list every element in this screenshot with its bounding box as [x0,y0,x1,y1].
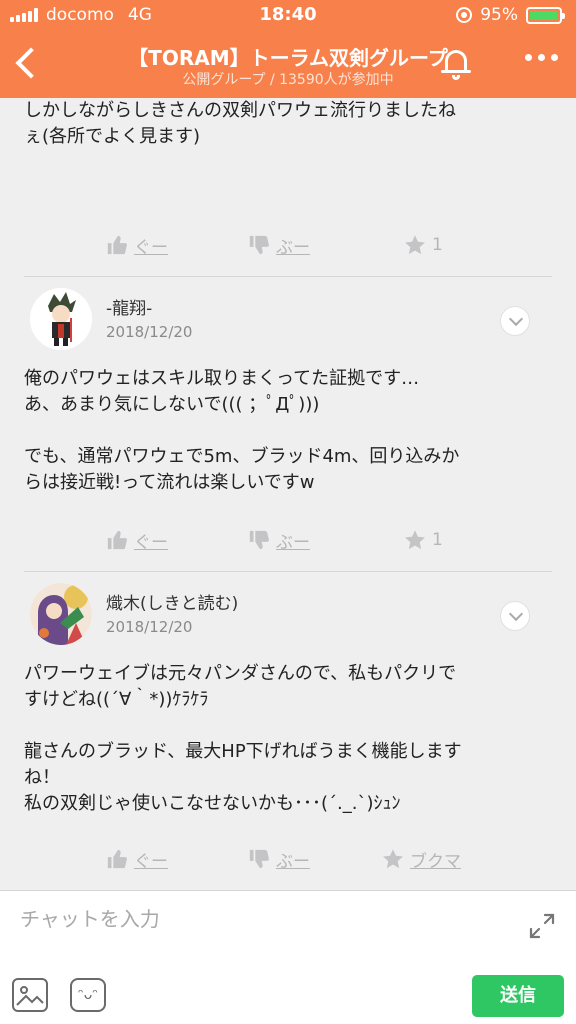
thumbs-down-icon [249,235,269,255]
header-bar: docomo 4G 18:40 95% 【TORAM】トーラム双剣グループ 公開… [0,0,576,98]
star-icon [405,530,425,550]
thumbs-down-icon [249,849,269,869]
post-header: -龍翔- 2018/12/20 [24,288,552,352]
chat-post: 熾木(しきと読む) 2018/12/20 パワーウェイブは元々パンダさんので、私… [24,583,552,817]
post-actions: ぐー ぶー ブクマ [0,844,576,874]
status-bar: docomo 4G 18:40 95% [0,0,576,32]
thumbs-up-icon [107,849,127,869]
username[interactable]: 熾木(しきと読む) [106,589,238,614]
post-text: しかしながらしきさんの双剣パワウェ流行りましたね ぇ(各所でよく見ます) [24,100,456,147]
post-header: 熾木(しきと読む) 2018/12/20 [24,583,552,647]
more-options-icon[interactable] [525,54,558,61]
bookmark-button[interactable]: ブクマ [382,844,461,874]
boo-button[interactable]: ぶー [248,230,310,260]
image-icon[interactable] [12,978,48,1012]
post-actions: ぐー ぶー 1 [0,230,576,260]
good-button[interactable]: ぐー [106,230,168,260]
chevron-down-icon[interactable] [500,306,530,336]
chat-post: -龍翔- 2018/12/20 俺のパワウェはスキル取りまくってた証拠です… あ… [24,288,552,496]
boo-button[interactable]: ぶー [248,844,310,874]
avatar[interactable] [30,288,92,350]
rotation-lock-icon [456,7,473,23]
post-date: 2018/12/20 [106,323,193,341]
star-icon [383,849,403,869]
group-subtitle: 公開グループ / 13590人が参加中 [182,72,394,88]
thumbs-down-icon [249,530,269,550]
star-button[interactable]: 1 [404,230,443,260]
send-button[interactable]: 送信 [472,975,564,1017]
battery-icon [526,6,565,24]
notification-bell-icon[interactable] [439,46,473,82]
chat-feed[interactable]: しかしながらしきさんの双剣パワウェ流行りましたね ぇ(各所でよく見ます) ぐー … [0,98,576,890]
post-date: 2018/12/20 [106,618,193,636]
star-icon [405,235,425,255]
expand-icon[interactable] [528,912,556,940]
chat-post: しかしながらしきさんの双剣パワウェ流行りましたね ぇ(各所でよく見ます) [24,98,552,150]
thumbs-up-icon [107,235,127,255]
thumbs-up-icon [107,530,127,550]
battery-percent: 95% [480,5,518,25]
username[interactable]: -龍翔- [106,294,152,319]
divider [24,571,552,572]
boo-button[interactable]: ぶー [248,525,310,555]
group-title: 【TORAM】トーラム双剣グループ [128,46,448,70]
divider [24,276,552,277]
star-button[interactable]: 1 [404,525,443,555]
avatar[interactable] [30,583,92,645]
stamp-icon[interactable]: ᵔᴗᵔ [70,978,106,1012]
post-actions: ぐー ぶー 1 [0,525,576,555]
good-button[interactable]: ぐー [106,525,168,555]
good-button[interactable]: ぐー [106,844,168,874]
chevron-down-icon[interactable] [500,601,530,631]
post-text: パワーウェイブは元々パンダさんので、私もパクリで すけどね((´∀｀*))ｹﾗｹ… [24,663,462,814]
chat-input[interactable]: チャットを入力 [20,903,160,932]
post-text: 俺のパワウェはスキル取りまくってた証拠です… あ、あまり気にしないで((( ；ﾟ… [24,368,460,493]
navigation-bar: 【TORAM】トーラム双剣グループ 公開グループ / 13590人が参加中 [0,32,576,98]
